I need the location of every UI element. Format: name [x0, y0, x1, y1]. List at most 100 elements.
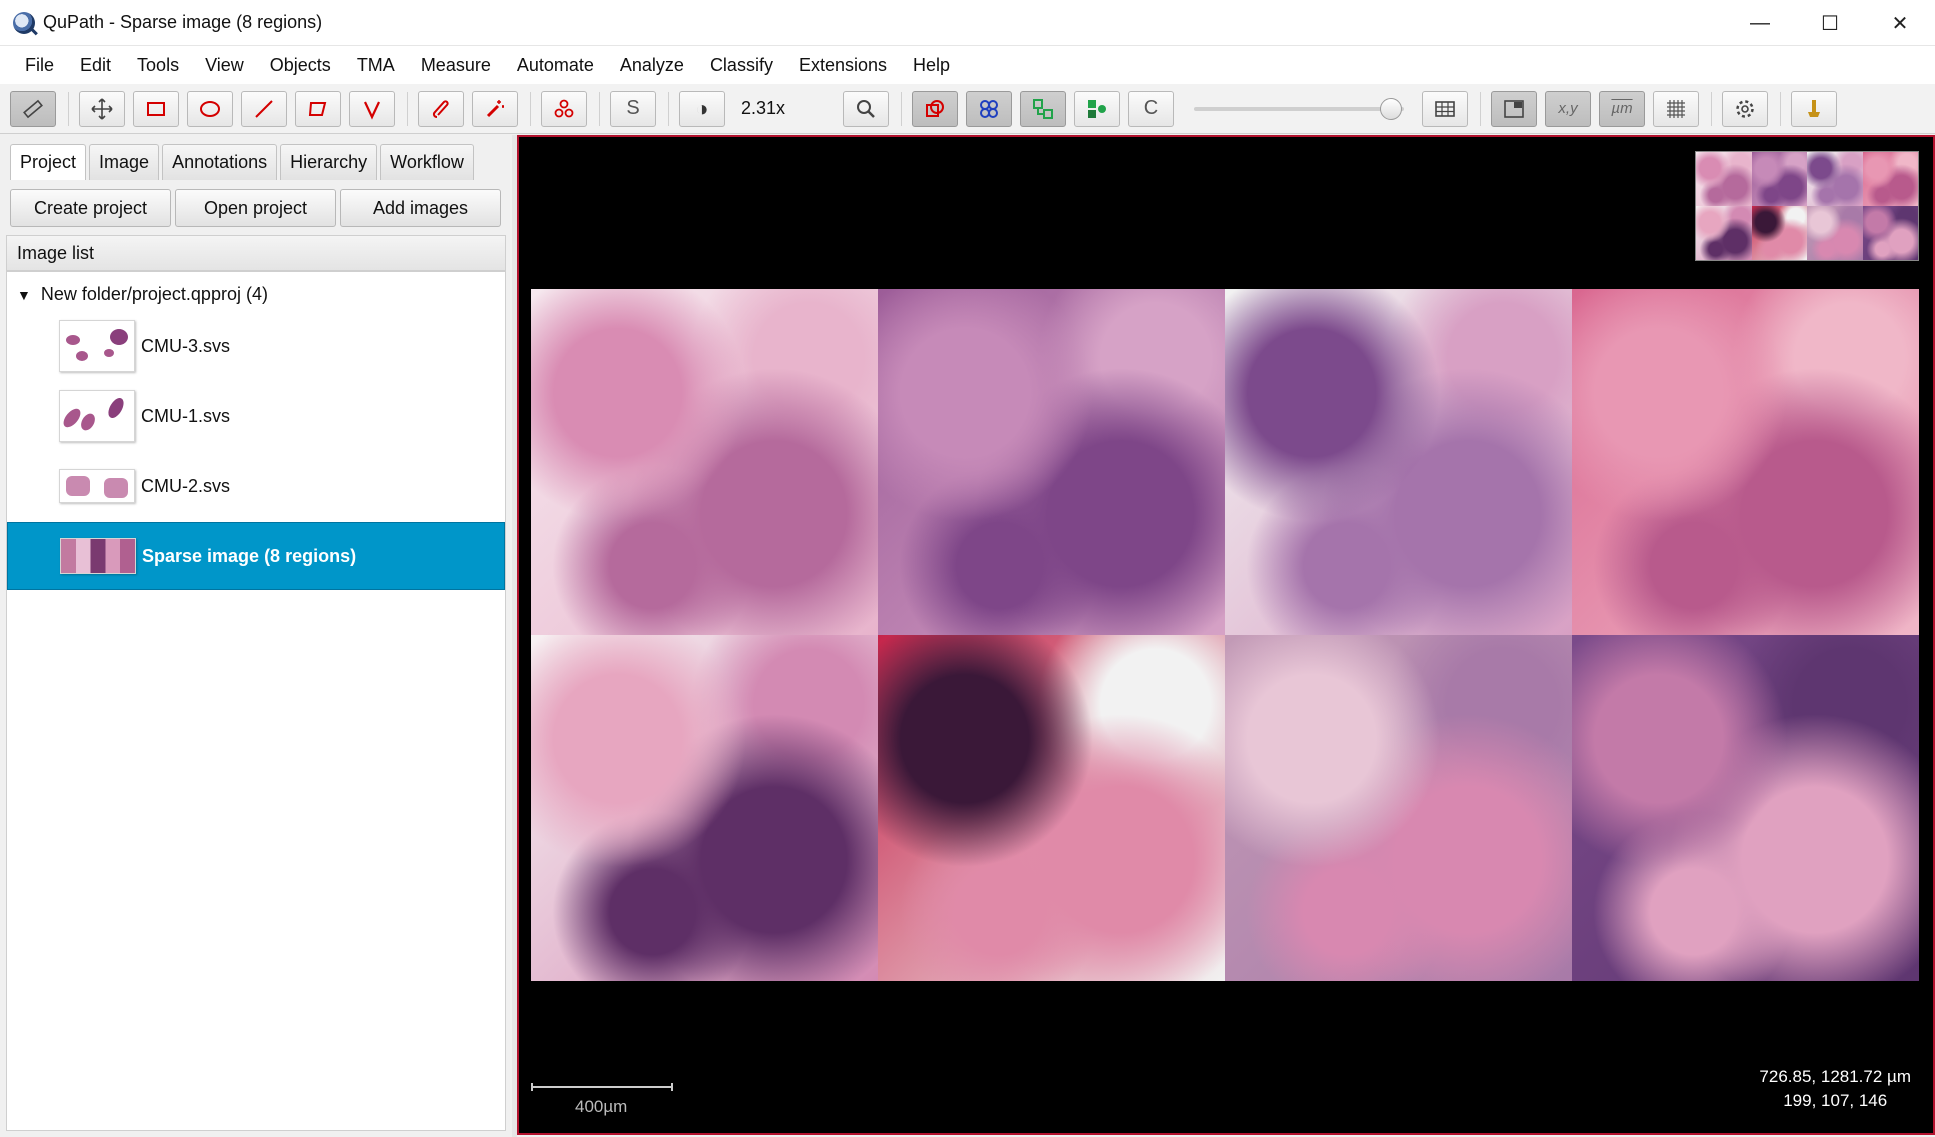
panel-tabs: Project Image Annotations Hierarchy Work…	[10, 144, 477, 180]
menu-automate[interactable]: Automate	[504, 55, 607, 76]
toolbar-separator	[407, 91, 408, 126]
detections-icon	[1033, 98, 1053, 119]
list-item[interactable]: CMU-3.svs	[7, 312, 505, 380]
tma-grid-icon	[980, 99, 998, 118]
overview-region	[1751, 152, 1807, 206]
move-tool-button[interactable]	[79, 90, 125, 127]
qupath-logo-icon	[13, 11, 35, 34]
list-item[interactable]: CMU-1.svs	[7, 382, 505, 450]
expand-triangle-icon[interactable]: ▼	[17, 287, 31, 303]
tissue-region	[878, 289, 1225, 635]
toolbar-separator	[530, 91, 531, 126]
zoom-to-fit-button[interactable]	[843, 90, 889, 127]
window-title: QuPath - Sparse image (8 regions)	[43, 12, 323, 32]
minimize-button[interactable]: —	[1725, 0, 1795, 46]
menu-classify[interactable]: Classify	[697, 55, 786, 76]
scroll-icon	[1808, 99, 1820, 117]
measurement-table-button[interactable]	[1422, 90, 1468, 127]
image-name: CMU-2.svs	[141, 475, 230, 496]
menu-objects[interactable]: Objects	[257, 55, 344, 76]
list-item[interactable]: CMU-2.svs	[7, 452, 505, 520]
rectangle-tool-button[interactable]	[133, 90, 179, 127]
add-images-button[interactable]: Add images	[340, 189, 501, 227]
show-scalebar-button[interactable]: µm	[1599, 90, 1645, 127]
tab-image[interactable]: Image	[89, 144, 160, 180]
create-project-button[interactable]: Create project	[10, 189, 171, 227]
show-detections-button[interactable]	[1020, 90, 1066, 127]
brush-tool-button[interactable]	[418, 90, 464, 127]
show-annotations-button[interactable]	[912, 90, 958, 127]
rectangle-icon	[147, 101, 165, 116]
scalebar	[531, 1083, 673, 1091]
tab-project[interactable]: Project	[10, 144, 87, 180]
magnifier-icon	[857, 99, 875, 118]
menu-tools[interactable]: Tools	[124, 55, 192, 76]
toolbar-separator	[668, 91, 669, 126]
maximize-button[interactable]: ☐	[1795, 0, 1865, 46]
log-button[interactable]	[1791, 90, 1837, 127]
list-item-selected[interactable]: Sparse image (8 regions)	[7, 522, 505, 590]
measure-tool-button[interactable]	[10, 90, 56, 127]
annotations-icon	[926, 99, 944, 117]
show-pixel-classification-button[interactable]: C	[1128, 90, 1174, 127]
toolbar-separator	[901, 91, 902, 126]
folder-label: New folder/project.qpproj (4)	[40, 284, 268, 304]
tissue-region	[1572, 635, 1919, 981]
menu-tma[interactable]: TMA	[344, 55, 408, 76]
project-buttons: Create project Open project Add images	[10, 189, 505, 227]
image-list-header[interactable]: Image list	[6, 235, 506, 271]
grid-icon	[1667, 99, 1685, 118]
image-name: Sparse image (8 regions)	[142, 545, 357, 566]
image-thumbnail	[60, 538, 136, 574]
menu-help[interactable]: Help	[900, 55, 963, 76]
menu-file[interactable]: File	[12, 55, 67, 76]
ellipse-tool-button[interactable]	[187, 90, 233, 127]
move-icon	[91, 97, 113, 120]
toolbar: S ◑ 2.31x C x,y µm	[0, 84, 1935, 134]
brightness-contrast-button[interactable]: ◑	[679, 90, 725, 127]
points-icon	[554, 99, 574, 117]
tissue-region	[1225, 289, 1572, 635]
menu-analyze[interactable]: Analyze	[607, 55, 697, 76]
slider-thumb[interactable]	[1380, 97, 1402, 120]
scalebar-label: 400µm	[575, 1097, 628, 1116]
overview-region	[1862, 206, 1918, 260]
tissue-region	[878, 635, 1225, 981]
image-name: CMU-3.svs	[141, 335, 230, 356]
selection-mode-button[interactable]: S	[610, 90, 656, 127]
overview-region	[1807, 206, 1863, 260]
points-tool-button[interactable]	[541, 90, 587, 127]
polyline-icon	[364, 101, 380, 120]
close-button[interactable]: ✕	[1865, 0, 1935, 46]
menu-bar: File Edit Tools View Objects TMA Measure…	[0, 46, 1935, 84]
tab-annotations[interactable]: Annotations	[162, 144, 278, 180]
preferences-button[interactable]	[1722, 90, 1768, 127]
project-folder[interactable]: ▼ New folder/project.qpproj (4)	[17, 284, 268, 305]
opacity-slider[interactable]	[1194, 91, 1404, 127]
image-viewer[interactable]: 400µm 726.85, 1281.72 µm 199, 107, 146	[517, 135, 1935, 1135]
fill-detections-button[interactable]	[1074, 90, 1120, 127]
line-tool-button[interactable]	[241, 90, 287, 127]
polyline-tool-button[interactable]	[349, 90, 395, 127]
image-list: ▼ New folder/project.qpproj (4) CMU-3.sv…	[6, 271, 506, 1131]
window-controls: — ☐ ✕	[1725, 0, 1935, 46]
slider-track	[1194, 106, 1404, 111]
open-project-button[interactable]: Open project	[175, 189, 336, 227]
menu-view[interactable]: View	[192, 55, 257, 76]
wand-tool-button[interactable]	[472, 90, 518, 127]
overview-icon	[1504, 99, 1524, 118]
tab-hierarchy[interactable]: Hierarchy	[280, 144, 378, 180]
tab-workflow[interactable]: Workflow	[380, 144, 474, 180]
show-grid-button[interactable]	[1653, 90, 1699, 127]
polygon-tool-button[interactable]	[295, 90, 341, 127]
menu-edit[interactable]: Edit	[67, 55, 124, 76]
show-cursor-location-button[interactable]: x,y	[1545, 90, 1591, 127]
cursor-location: 726.85, 1281.72 µm 199, 107, 146	[1759, 1065, 1911, 1113]
show-overview-button[interactable]	[1491, 90, 1537, 127]
analysis-panel: Project Image Annotations Hierarchy Work…	[0, 135, 512, 1137]
overview-thumbnail[interactable]	[1695, 151, 1919, 261]
pixel-value: 199, 107, 146	[1783, 1091, 1888, 1110]
menu-extensions[interactable]: Extensions	[786, 55, 900, 76]
menu-measure[interactable]: Measure	[408, 55, 504, 76]
show-tma-grid-button[interactable]	[966, 90, 1012, 127]
